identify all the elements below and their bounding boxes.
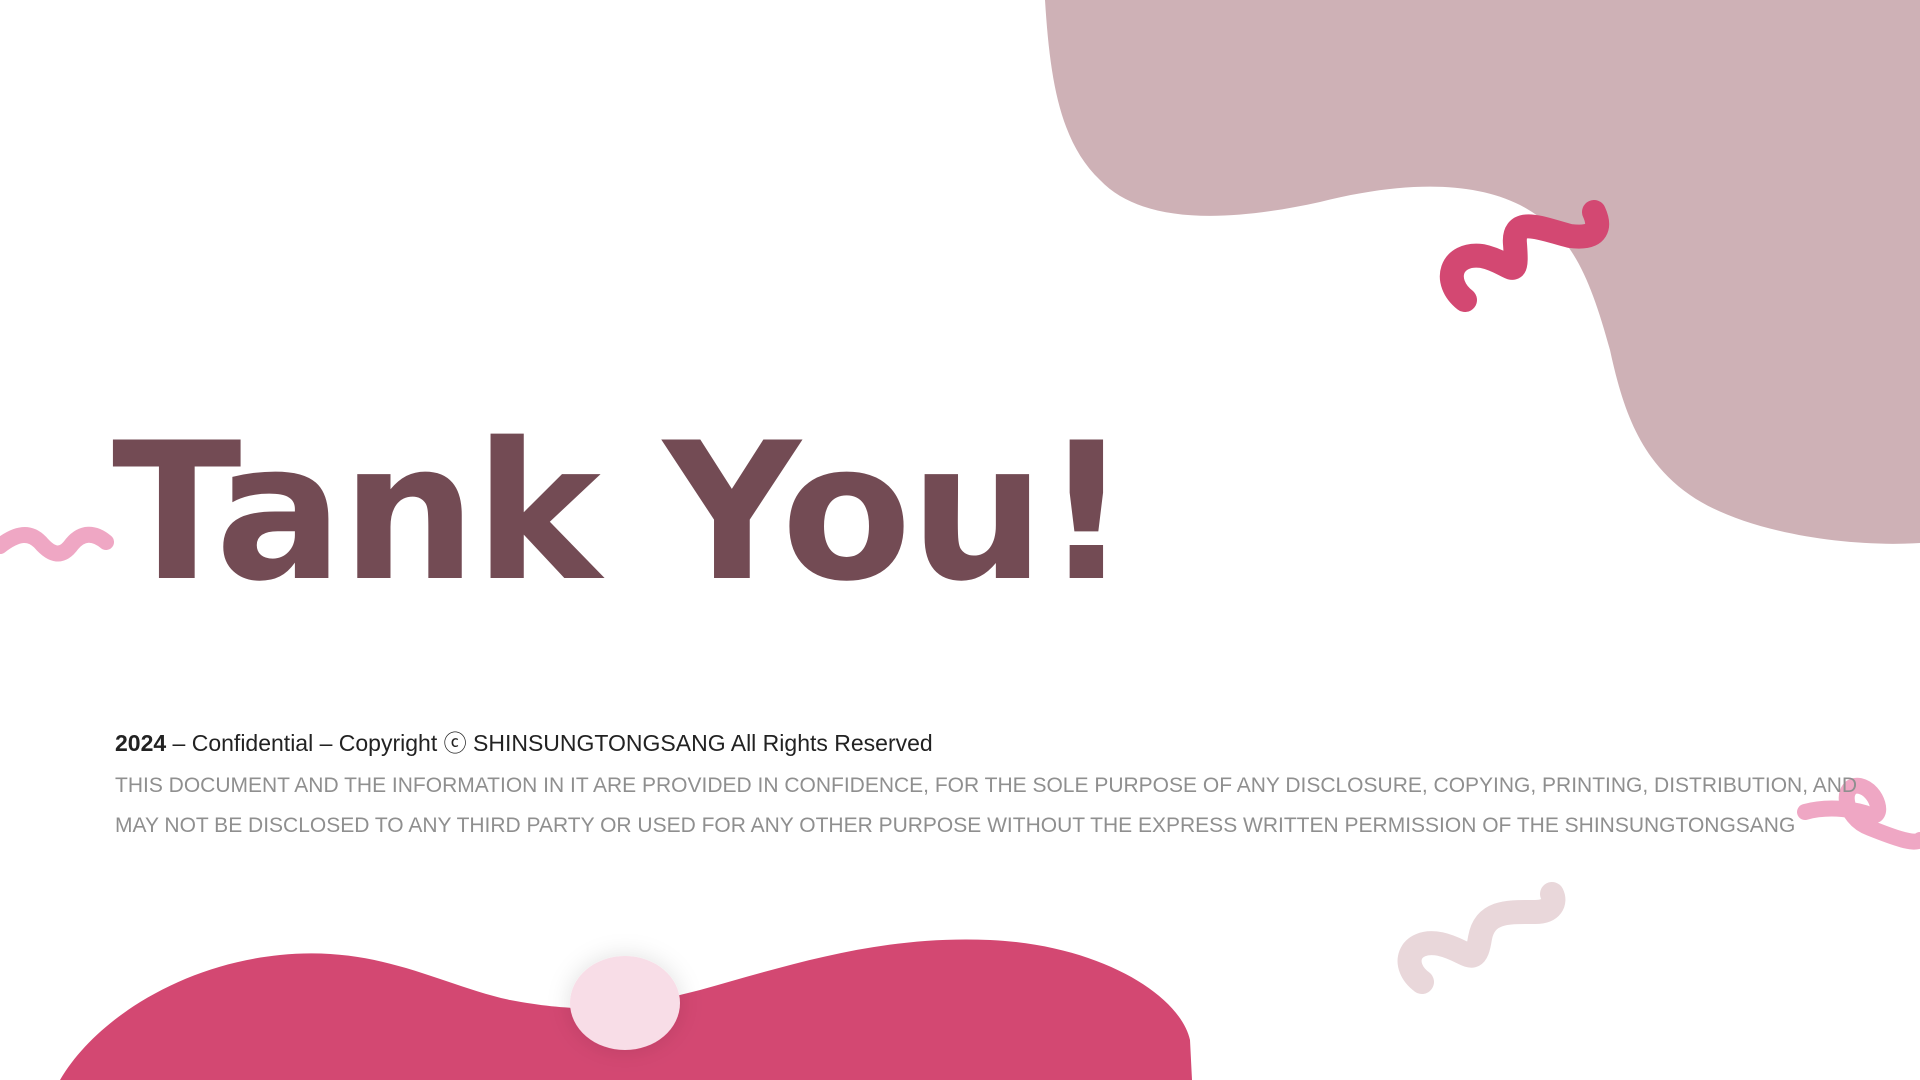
copyright-line: 2024 – Confidential – Copyright ⓒ SHINSU…	[115, 728, 933, 758]
disclaimer-text: THIS DOCUMENT AND THE INFORMATION IN IT …	[115, 766, 1858, 846]
copyright-year: 2024	[115, 730, 167, 756]
slide-title: Tank You!	[112, 402, 1130, 623]
squiggle-pale-icon	[1397, 882, 1566, 994]
top-right-blob	[1045, 0, 1920, 544]
bottom-circle	[570, 956, 680, 1050]
squiggle-left-icon	[0, 526, 114, 562]
disclaimer-line-1: THIS DOCUMENT AND THE INFORMATION IN IT …	[115, 774, 1858, 797]
copyright-text: – Confidential – Copyright ⓒ SHINSUNGTON…	[166, 730, 933, 756]
disclaimer-line-2: MAY NOT BE DISCLOSED TO ANY THIRD PARTY …	[115, 814, 1796, 837]
